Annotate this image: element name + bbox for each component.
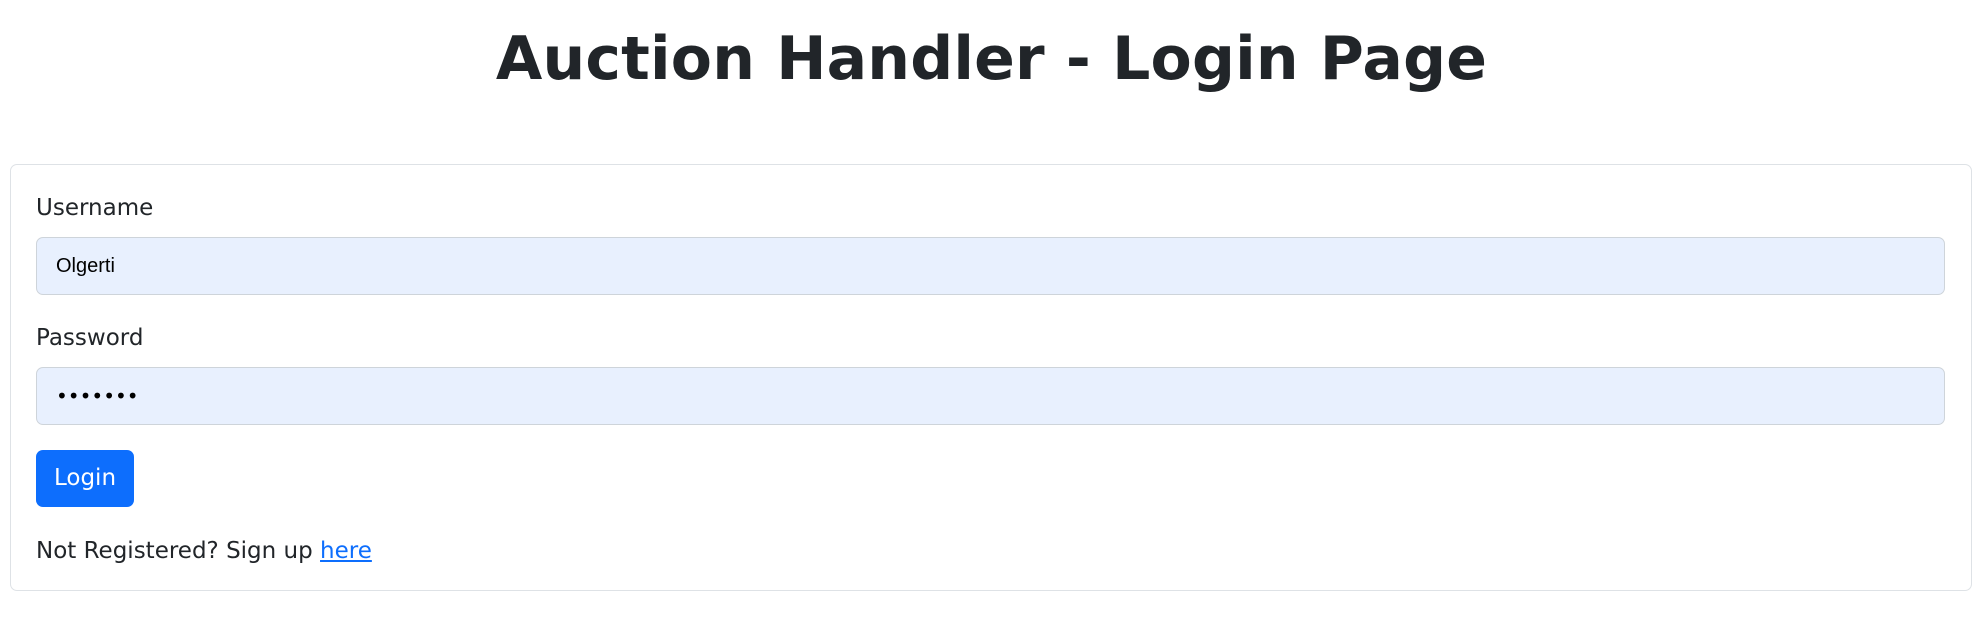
signup-line: Not Registered? Sign up here [36,536,372,566]
login-button[interactable]: Login [36,450,134,507]
username-label: Username [36,195,154,221]
password-input[interactable] [36,367,1945,425]
login-card: Username Password Login Not Registered? … [10,164,1972,591]
password-label: Password [36,325,144,351]
signup-prompt: Not Registered? Sign up [36,538,321,564]
username-input[interactable] [36,237,1945,295]
page-title: Auction Handler - Login Page [495,24,1488,94]
signup-link[interactable]: here [320,538,372,564]
